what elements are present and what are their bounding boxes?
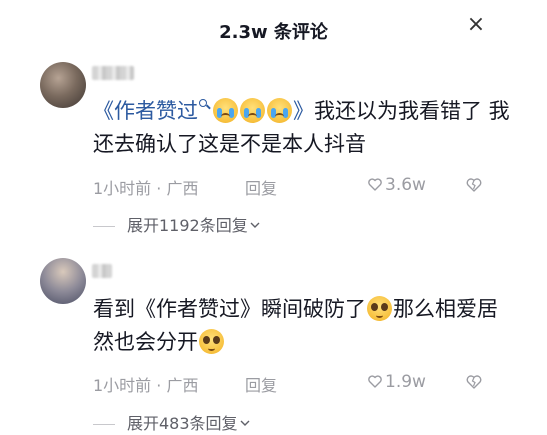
book-title-close: 》 (293, 99, 314, 123)
heart-icon (368, 178, 382, 191)
like-count: 1.9w (385, 372, 426, 392)
like-count: 3.6w (385, 175, 426, 195)
like-button[interactable]: 1.9w (368, 372, 426, 392)
comment-body: 瞬间破防了 (261, 297, 366, 321)
comment-time-location: 1小时前 · 广西 (93, 179, 199, 198)
search-icon (199, 95, 211, 111)
divider (93, 424, 115, 425)
close-icon[interactable]: × (463, 12, 489, 38)
avatar[interactable] (40, 62, 86, 108)
cry-emoji-icon (267, 98, 292, 123)
chevron-down-icon (250, 222, 260, 228)
reply-button[interactable]: 回复 (245, 175, 277, 199)
comment-body: 看到 (93, 297, 135, 321)
like-button[interactable]: 3.6w (368, 175, 426, 195)
comment-time-location: 1小时前 · 广西 (93, 376, 199, 395)
cry-emoji-icon (240, 98, 265, 123)
pleading-emoji-icon (199, 329, 224, 354)
avatar[interactable] (40, 258, 86, 304)
pleading-emoji-icon (367, 296, 392, 321)
cry-emoji-icon (213, 98, 238, 123)
comment-text: 看到《作者赞过》瞬间破防了 那么相爱居然也会分开 (93, 293, 513, 359)
broken-heart-icon[interactable] (466, 374, 482, 390)
reply-button[interactable]: 回复 (245, 372, 277, 396)
broken-heart-icon[interactable] (466, 177, 482, 193)
divider (93, 226, 115, 227)
expand-replies-label: 展开483条回复 (127, 414, 238, 433)
expand-replies-label: 展开1192条回复 (127, 216, 248, 235)
comments-header: 2.3w 条评论 × (0, 0, 547, 62)
chevron-down-icon (240, 420, 250, 426)
username-redacted[interactable] (92, 264, 112, 278)
book-title-link[interactable]: 《作者赞过 (93, 99, 212, 123)
comment-text: 《作者赞过 》我还以为我看错了 我还去确认了这是不是本人抖音 (93, 95, 513, 161)
expand-replies-button[interactable]: 展开1192条回复 (93, 212, 260, 235)
book-title: 《作者赞过》 (135, 297, 261, 321)
username-redacted[interactable] (92, 66, 134, 80)
expand-replies-button[interactable]: 展开483条回复 (93, 410, 250, 433)
heart-icon (368, 375, 382, 388)
